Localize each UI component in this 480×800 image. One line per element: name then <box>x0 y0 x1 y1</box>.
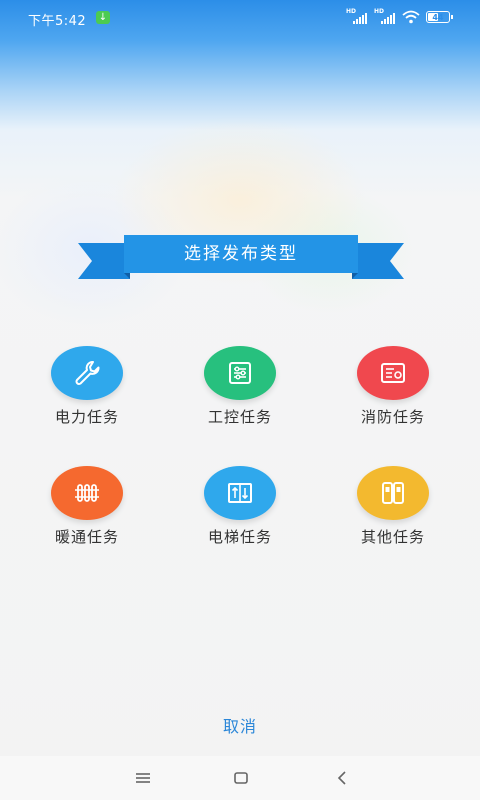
control-panel-icon <box>204 346 276 400</box>
dialog-title: 选择发布类型 <box>184 244 298 264</box>
wifi-icon <box>402 10 420 24</box>
category-label: 电力任务 <box>54 408 119 426</box>
download-icon: ↓ <box>96 11 110 24</box>
title-ribbon: 选择发布类型 <box>78 235 404 279</box>
category-fire[interactable]: 消防任务 <box>333 346 453 427</box>
other-devices-icon <box>357 466 429 520</box>
cancel-button[interactable]: 取消 <box>190 712 290 742</box>
battery-icon: 44 <box>426 11 453 23</box>
status-time: 下午5:42 <box>28 14 87 29</box>
category-hvac[interactable]: 暖通任务 <box>27 466 147 547</box>
radiator-icon <box>51 466 123 520</box>
category-label: 其他任务 <box>360 528 425 546</box>
category-elevator[interactable]: 电梯任务 <box>180 466 300 547</box>
system-navigation-bar <box>0 756 480 800</box>
category-industrial-control[interactable]: 工控任务 <box>180 346 300 427</box>
category-label: 消防任务 <box>360 408 425 426</box>
fire-panel-icon <box>357 346 429 400</box>
battery-level: 44 <box>432 13 444 22</box>
category-label: 电梯任务 <box>207 528 272 546</box>
category-label: 工控任务 <box>207 408 272 426</box>
signal-icon-2: HD <box>374 9 396 25</box>
category-other[interactable]: 其他任务 <box>333 466 453 547</box>
category-power[interactable]: 电力任务 <box>27 346 147 427</box>
category-label: 暖通任务 <box>54 528 119 546</box>
status-bar: 下午5:42 ↓ HD HD 44 <box>0 0 480 36</box>
wrench-icon <box>51 346 123 400</box>
signal-icon: HD <box>346 9 368 25</box>
home-icon[interactable] <box>226 766 256 790</box>
back-icon[interactable] <box>328 766 358 790</box>
menu-icon[interactable] <box>128 766 158 790</box>
elevator-icon <box>204 466 276 520</box>
